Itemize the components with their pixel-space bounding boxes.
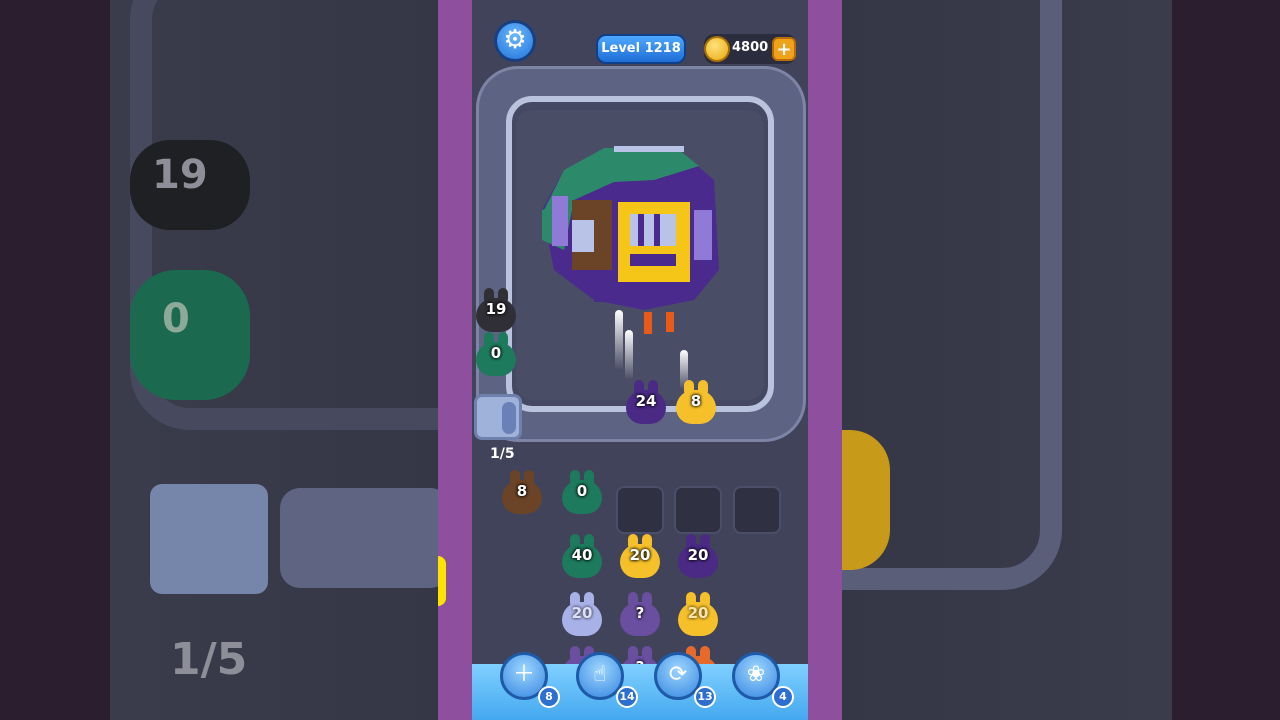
grid-bunny-count: 40 [571,546,593,564]
queue-bunny-count: 19 [485,300,507,318]
grid-bunny-count: 20 [629,546,651,564]
dock-progress: 1/5 [490,446,515,462]
empty-slot [733,486,781,534]
booster-count: 8 [538,686,560,708]
game-screen: 19 0 1/5 ⚙ Level 1218 4800 + 19 0 1/5 24… [0,0,1280,720]
grid-bunny[interactable]: 20 [618,534,662,580]
slot-bunny[interactable]: 0 [560,470,604,516]
shuffle-icon: ⟳ [668,662,688,687]
dock-door [502,402,516,434]
empty-slot [616,486,664,534]
backdrop-bunny-yellow [842,430,890,570]
shot-streak [625,330,633,380]
grid-bunny-count: 20 [687,546,709,564]
grid-bunny[interactable]: 20 [676,592,720,638]
conveyor-bunny: 8 [674,380,718,426]
shot-streak [615,310,623,370]
backdrop-count-bottom: 0 [162,296,190,342]
slot-bunny-count: 8 [516,482,528,500]
add-coins-button[interactable]: + [772,37,796,61]
backdrop-left: 19 0 1/5 [0,0,438,720]
grid-bunny-count: 20 [687,604,709,622]
left-frame [438,0,472,720]
settings-button[interactable]: ⚙ [494,20,536,62]
queue-bunny[interactable]: 0 [474,332,518,378]
booster-count: 4 [772,686,794,708]
coin-counter: 4800 + [704,34,796,64]
grid-bunny[interactable]: 40 [560,534,604,580]
grid-bunny-count: ? [635,604,645,622]
backdrop-bunny-green [130,270,250,400]
booster-count: 13 [694,686,716,708]
conveyor-bunny-count: 24 [635,392,657,410]
conveyor-bunny: 24 [624,380,668,426]
grid-bunny[interactable]: 20 [560,592,604,638]
level-label: Level 1218 [596,34,686,64]
backdrop-dock [150,484,268,594]
booster-count: 14 [616,686,638,708]
right-frame [808,0,842,720]
backdrop-right [842,0,1280,720]
top-bar: ⚙ Level 1218 4800 + [472,14,808,74]
queue-bunny[interactable]: 19 [474,288,518,334]
grid-bunny[interactable]: 20 [676,534,720,580]
queue-bunny-count: 0 [490,344,502,362]
backdrop-belt [280,488,438,588]
hand-icon: ☝ [593,662,607,687]
bunny-icon: ❀ [746,662,766,687]
grid-bunny-hidden[interactable]: ? [618,592,662,638]
backdrop-progress: 1/5 [170,634,248,685]
coin-count: 4800 [732,40,769,55]
slot-bunny-count: 0 [576,482,588,500]
conveyor-bunny-count: 8 [690,392,702,410]
grid-bunny-count: 20 [571,604,593,622]
slot-bunny[interactable]: 8 [500,470,544,516]
backdrop-count-top: 19 [152,152,208,198]
pixel-art-tree [542,146,719,334]
touch-indicator [438,556,446,606]
coin-icon [704,36,730,62]
game-board: ⚙ Level 1218 4800 + 19 0 1/5 24 8 8 0 40… [472,0,808,720]
gear-icon: ⚙ [503,25,527,55]
pixel-art-target [542,146,719,334]
empty-slot [674,486,722,534]
add-slot-icon: ＋ [512,662,535,687]
